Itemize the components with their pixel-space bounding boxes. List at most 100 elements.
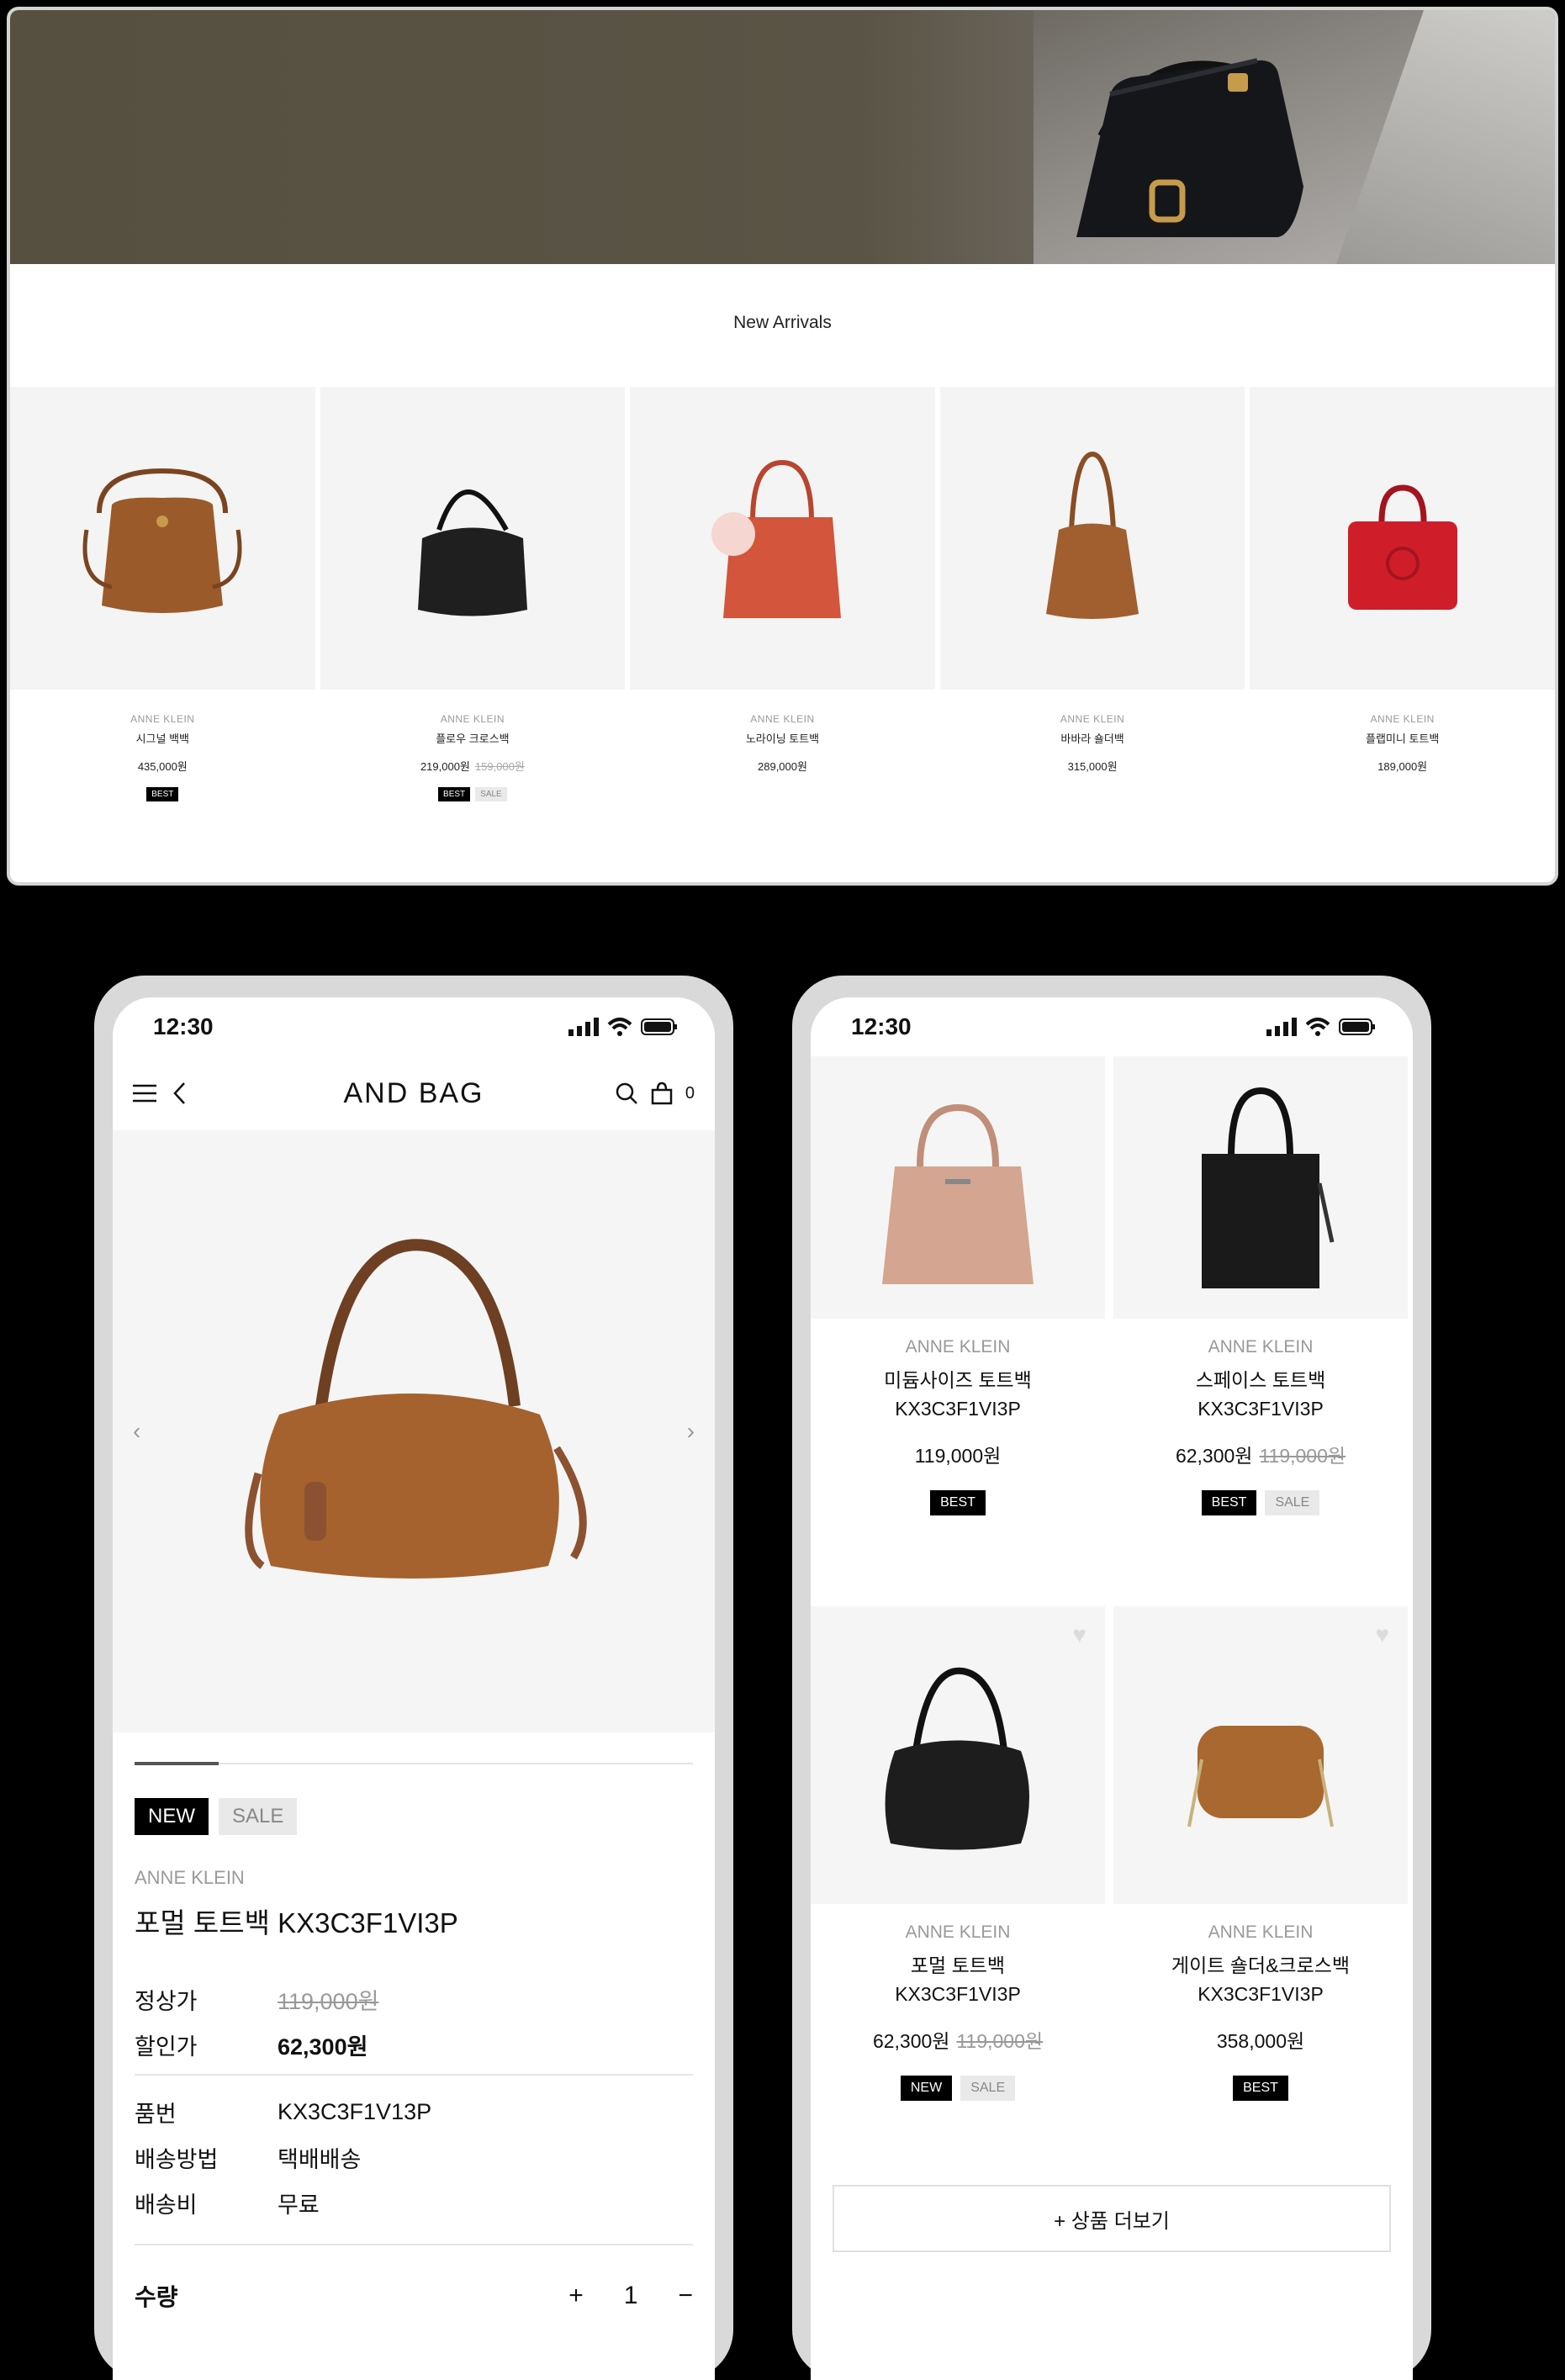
product-card[interactable]: ANNE KLEIN 스페이스 토트백 KX3C3F1VI3P 62,300원 1… [1113,1056,1408,1606]
plus-icon[interactable]: + [568,2282,584,2310]
product-image[interactable]: ♥ [1113,1606,1408,1904]
product-name[interactable]: 플랩미니 토트백 [1250,730,1555,746]
sale-price-label: 할인가 [135,2034,198,2060]
product-price: 358,000원 [1113,2025,1408,2054]
product-image[interactable]: ♥ [811,1606,1105,1904]
product-card[interactable]: ANNE KLEIN 바바라 숄더백 315,000원 [939,387,1245,801]
product-card[interactable]: ♥ ANNE KLEIN 포멀 토트백 KX3C3F1VI3P 62,300원 1… [811,1606,1105,2182]
signal-icon [568,1018,599,1036]
product-gallery[interactable]: ‹ › [113,1130,715,1732]
product-name: 포멀 토트백 KX3C3F1VI3P [135,1907,458,1938]
sale-price: 62,300원 [278,2034,368,2060]
product-name[interactable]: 노라이닝 토트백 [630,730,935,746]
chevron-left-icon[interactable]: ‹ [133,1418,140,1445]
product-list-screen: 12:30 ANNE KLEIN 미듐사이즈 토트백 KX3C3F1VI3P 1… [811,997,1413,2380]
product-card[interactable]: ANNE KLEIN 미듐사이즈 토트백 KX3C3F1VI3P 119,000… [811,1056,1105,1606]
formal-tote-image [245,1239,587,1579]
sale-badge: SALE [219,1798,298,1835]
product-card[interactable]: ANNE KLEIN 플랩미니 토트백 189,000원 [1250,387,1555,801]
fee-label: 배송비 [135,2192,198,2218]
app-title[interactable]: AND BAG [113,1077,715,1110]
product-price: 62,300원 119,000원 [811,2025,1105,2054]
product-price: 62,300원 119,000원 [1113,1440,1408,1468]
product-image[interactable] [1113,1056,1408,1319]
product-brand: ANNE KLEIN [1370,713,1435,725]
sale-price-row: 할인가 62,300원 [135,2022,693,2067]
product-badges: NEW SALE [135,1798,693,1835]
product-name[interactable]: 시그널 백백 [10,730,315,746]
heart-icon[interactable]: ♥ [1375,1621,1389,1648]
sale-badge: SALE [475,787,507,801]
chevron-right-icon[interactable]: › [687,1418,695,1445]
hobo-bag-image [417,489,527,616]
fee-row: 배송비 무료 [135,2180,693,2225]
shipping-label: 배송방법 [135,2146,219,2172]
price-value: 289,000원 [758,760,807,773]
signal-icon [1266,1018,1297,1036]
old-price: 119,000원 [956,2030,1044,2052]
product-card[interactable]: ♥ ANNE KLEIN 게이트 숄더&크로스백 KX3C3F1VI3P 358… [1113,1606,1408,2182]
wifi-icon [607,1018,632,1036]
product-image[interactable] [939,387,1245,690]
product-name[interactable]: 포멀 토트백 [811,1951,1105,1980]
product-name[interactable]: 바바라 숄더백 [940,730,1245,746]
status-bar: 12:30 [113,997,715,1056]
price-value: 358,000원 [1216,2030,1305,2052]
product-price: 315,000원 [940,758,1245,774]
load-more-button[interactable]: + 상품 더보기 [833,2185,1391,2252]
product-price: 189,000원 [1250,758,1555,774]
code-label: 품번 [135,2101,177,2127]
minus-icon[interactable]: − [678,2282,693,2310]
new-badge: NEW [135,1798,209,1835]
quantity-label: 수량 [135,2284,178,2310]
sale-badge: SALE [1265,1490,1320,1515]
product-brand: ANNE KLEIN [905,1337,1011,1357]
desktop-preview: New Arrivals ANNE KLEIN 시그널 백백 435,000원 … [7,7,1558,886]
product-grid: ANNE KLEIN 시그널 백백 435,000원 BEST ANNE KLE… [10,387,1555,801]
shipping-row: 배송방법 택배배송 [135,2134,693,2180]
gallery-indicator [135,1762,693,1765]
product-brand: ANNE KLEIN [1060,713,1125,725]
phone-frame-list: 12:30 ANNE KLEIN 미듐사이즈 토트백 KX3C3F1VI3P 1… [792,976,1431,2380]
product-brand: ANNE KLEIN [750,713,815,725]
clock: 12:30 [153,1013,214,1039]
price-value: 219,000원 [420,760,470,773]
best-badge: BEST [1233,2076,1288,2101]
heart-icon[interactable]: ♥ [1072,1621,1087,1648]
product-name[interactable]: 스페이스 토트백 [1113,1366,1408,1394]
product-card[interactable]: ANNE KLEIN 노라이닝 토트백 289,000원 [630,387,935,801]
product-image[interactable] [320,387,626,690]
product-code: KX3C3F1VI3P [895,1983,1021,2005]
battery-icon [641,1018,677,1035]
product-image[interactable] [1250,387,1555,690]
drawstring-bag-image [1046,451,1139,619]
hero-banner[interactable] [10,10,1555,264]
wifi-icon [1305,1018,1330,1036]
old-price: 159,000원 [474,760,525,773]
section-title: New Arrivals [733,313,832,332]
product-name[interactable]: 미듐사이즈 토트백 [811,1366,1105,1394]
formal-tote-image [885,1667,1029,1850]
bucket-bag-image [82,468,242,613]
tote-bag-image [711,459,842,618]
product-card[interactable]: ANNE KLEIN 플로우 크로스백 219,000원 159,000원 BES… [320,387,626,801]
product-code: KX3C3F1VI3P [895,1398,1021,1420]
product-brand: ANNE KLEIN [440,713,505,725]
product-card[interactable]: ANNE KLEIN 시그널 백백 435,000원 BEST [10,387,315,801]
flap-bag-image [1347,484,1457,610]
product-grid: ANNE KLEIN 미듐사이즈 토트백 KX3C3F1VI3P 119,000… [811,1056,1413,2182]
product-name[interactable]: 플로우 크로스백 [320,730,626,746]
price-value: 119,000원 [914,1445,1002,1467]
product-code: KX3C3F1V13P [278,2098,432,2124]
product-image[interactable] [630,387,935,690]
product-brand: ANNE KLEIN [135,1867,245,1888]
quantity-value: 1 [623,2282,638,2309]
product-image[interactable] [10,387,315,690]
price-value: 315,000원 [1067,760,1118,773]
price-info: 정상가 119,000원 할인가 62,300원 [135,1976,693,2067]
best-badge: BEST [146,787,179,801]
clock: 12:30 [851,1013,912,1039]
product-image[interactable] [811,1056,1105,1319]
product-name[interactable]: 게이트 숄더&크로스백 [1113,1951,1408,1980]
quantity-stepper: 수량 + 1 − [135,2279,693,2313]
